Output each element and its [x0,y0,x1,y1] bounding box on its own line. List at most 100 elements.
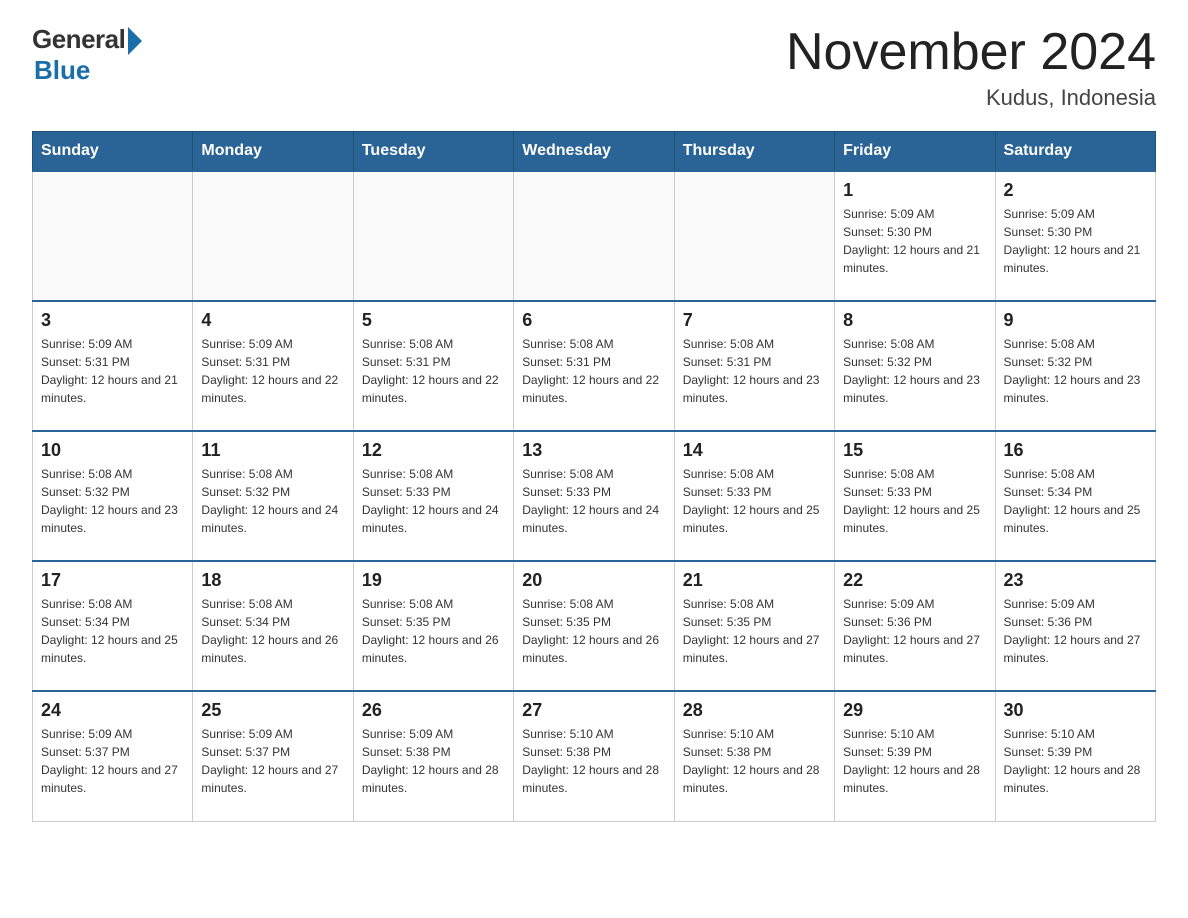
calendar-location: Kudus, Indonesia [786,85,1156,111]
sun-info: Sunrise: 5:08 AMSunset: 5:34 PMDaylight:… [201,595,344,667]
day-number: 30 [1004,700,1147,721]
calendar-cell: 27 Sunrise: 5:10 AMSunset: 5:38 PMDaylig… [514,691,674,821]
week-row-4: 17 Sunrise: 5:08 AMSunset: 5:34 PMDaylig… [33,561,1156,691]
sun-info: Sunrise: 5:09 AMSunset: 5:38 PMDaylight:… [362,725,505,797]
day-number: 12 [362,440,505,461]
page-header: General Blue November 2024 Kudus, Indone… [32,24,1156,111]
day-number: 29 [843,700,986,721]
week-row-5: 24 Sunrise: 5:09 AMSunset: 5:37 PMDaylig… [33,691,1156,821]
calendar-cell: 5 Sunrise: 5:08 AMSunset: 5:31 PMDayligh… [353,301,513,431]
sun-info: Sunrise: 5:10 AMSunset: 5:38 PMDaylight:… [683,725,826,797]
day-number: 18 [201,570,344,591]
sun-info: Sunrise: 5:10 AMSunset: 5:39 PMDaylight:… [1004,725,1147,797]
calendar-cell: 23 Sunrise: 5:09 AMSunset: 5:36 PMDaylig… [995,561,1155,691]
sun-info: Sunrise: 5:10 AMSunset: 5:38 PMDaylight:… [522,725,665,797]
sun-info: Sunrise: 5:09 AMSunset: 5:30 PMDaylight:… [843,205,986,277]
sun-info: Sunrise: 5:08 AMSunset: 5:31 PMDaylight:… [362,335,505,407]
day-number: 16 [1004,440,1147,461]
day-number: 1 [843,180,986,201]
day-number: 24 [41,700,184,721]
calendar-cell: 18 Sunrise: 5:08 AMSunset: 5:34 PMDaylig… [193,561,353,691]
sun-info: Sunrise: 5:09 AMSunset: 5:31 PMDaylight:… [41,335,184,407]
day-number: 10 [41,440,184,461]
calendar-cell: 14 Sunrise: 5:08 AMSunset: 5:33 PMDaylig… [674,431,834,561]
title-block: November 2024 Kudus, Indonesia [786,24,1156,111]
calendar-cell [514,171,674,301]
sun-info: Sunrise: 5:09 AMSunset: 5:36 PMDaylight:… [1004,595,1147,667]
calendar-cell: 21 Sunrise: 5:08 AMSunset: 5:35 PMDaylig… [674,561,834,691]
header-thursday: Thursday [674,132,834,172]
day-number: 13 [522,440,665,461]
sun-info: Sunrise: 5:08 AMSunset: 5:32 PMDaylight:… [201,465,344,537]
header-friday: Friday [835,132,995,172]
calendar-cell: 20 Sunrise: 5:08 AMSunset: 5:35 PMDaylig… [514,561,674,691]
sun-info: Sunrise: 5:08 AMSunset: 5:32 PMDaylight:… [843,335,986,407]
calendar-cell: 24 Sunrise: 5:09 AMSunset: 5:37 PMDaylig… [33,691,193,821]
sun-info: Sunrise: 5:08 AMSunset: 5:33 PMDaylight:… [362,465,505,537]
day-number: 22 [843,570,986,591]
calendar-cell: 11 Sunrise: 5:08 AMSunset: 5:32 PMDaylig… [193,431,353,561]
header-sunday: Sunday [33,132,193,172]
calendar-cell [353,171,513,301]
calendar-title: November 2024 [786,24,1156,81]
sun-info: Sunrise: 5:08 AMSunset: 5:35 PMDaylight:… [522,595,665,667]
day-number: 14 [683,440,826,461]
calendar-cell: 22 Sunrise: 5:09 AMSunset: 5:36 PMDaylig… [835,561,995,691]
sun-info: Sunrise: 5:08 AMSunset: 5:32 PMDaylight:… [1004,335,1147,407]
day-number: 25 [201,700,344,721]
calendar-cell [33,171,193,301]
day-number: 19 [362,570,505,591]
day-number: 28 [683,700,826,721]
calendar-cell: 12 Sunrise: 5:08 AMSunset: 5:33 PMDaylig… [353,431,513,561]
day-number: 4 [201,310,344,331]
calendar-cell: 6 Sunrise: 5:08 AMSunset: 5:31 PMDayligh… [514,301,674,431]
calendar-cell [193,171,353,301]
day-number: 21 [683,570,826,591]
logo-triangle-icon [128,27,142,55]
sun-info: Sunrise: 5:08 AMSunset: 5:34 PMDaylight:… [1004,465,1147,537]
day-number: 20 [522,570,665,591]
calendar-cell: 3 Sunrise: 5:09 AMSunset: 5:31 PMDayligh… [33,301,193,431]
calendar-cell: 1 Sunrise: 5:09 AMSunset: 5:30 PMDayligh… [835,171,995,301]
day-number: 9 [1004,310,1147,331]
sun-info: Sunrise: 5:10 AMSunset: 5:39 PMDaylight:… [843,725,986,797]
week-row-2: 3 Sunrise: 5:09 AMSunset: 5:31 PMDayligh… [33,301,1156,431]
sun-info: Sunrise: 5:09 AMSunset: 5:36 PMDaylight:… [843,595,986,667]
week-row-3: 10 Sunrise: 5:08 AMSunset: 5:32 PMDaylig… [33,431,1156,561]
calendar-cell [674,171,834,301]
calendar-cell: 13 Sunrise: 5:08 AMSunset: 5:33 PMDaylig… [514,431,674,561]
logo-general-text: General [32,24,125,55]
day-number: 27 [522,700,665,721]
calendar-cell: 4 Sunrise: 5:09 AMSunset: 5:31 PMDayligh… [193,301,353,431]
calendar-cell: 10 Sunrise: 5:08 AMSunset: 5:32 PMDaylig… [33,431,193,561]
calendar-cell: 7 Sunrise: 5:08 AMSunset: 5:31 PMDayligh… [674,301,834,431]
sun-info: Sunrise: 5:09 AMSunset: 5:30 PMDaylight:… [1004,205,1147,277]
day-number: 3 [41,310,184,331]
sun-info: Sunrise: 5:08 AMSunset: 5:33 PMDaylight:… [843,465,986,537]
sun-info: Sunrise: 5:08 AMSunset: 5:33 PMDaylight:… [522,465,665,537]
calendar-cell: 25 Sunrise: 5:09 AMSunset: 5:37 PMDaylig… [193,691,353,821]
calendar-cell: 29 Sunrise: 5:10 AMSunset: 5:39 PMDaylig… [835,691,995,821]
calendar-table: Sunday Monday Tuesday Wednesday Thursday… [32,131,1156,822]
day-number: 26 [362,700,505,721]
header-monday: Monday [193,132,353,172]
day-number: 7 [683,310,826,331]
calendar-cell: 19 Sunrise: 5:08 AMSunset: 5:35 PMDaylig… [353,561,513,691]
calendar-cell: 26 Sunrise: 5:09 AMSunset: 5:38 PMDaylig… [353,691,513,821]
sun-info: Sunrise: 5:09 AMSunset: 5:31 PMDaylight:… [201,335,344,407]
sun-info: Sunrise: 5:08 AMSunset: 5:31 PMDaylight:… [522,335,665,407]
week-row-1: 1 Sunrise: 5:09 AMSunset: 5:30 PMDayligh… [33,171,1156,301]
header-tuesday: Tuesday [353,132,513,172]
calendar-header-row: Sunday Monday Tuesday Wednesday Thursday… [33,132,1156,172]
day-number: 5 [362,310,505,331]
day-number: 23 [1004,570,1147,591]
sun-info: Sunrise: 5:09 AMSunset: 5:37 PMDaylight:… [201,725,344,797]
header-saturday: Saturday [995,132,1155,172]
day-number: 2 [1004,180,1147,201]
logo: General Blue [32,24,142,86]
day-number: 8 [843,310,986,331]
day-number: 11 [201,440,344,461]
sun-info: Sunrise: 5:08 AMSunset: 5:33 PMDaylight:… [683,465,826,537]
sun-info: Sunrise: 5:08 AMSunset: 5:31 PMDaylight:… [683,335,826,407]
calendar-cell: 15 Sunrise: 5:08 AMSunset: 5:33 PMDaylig… [835,431,995,561]
